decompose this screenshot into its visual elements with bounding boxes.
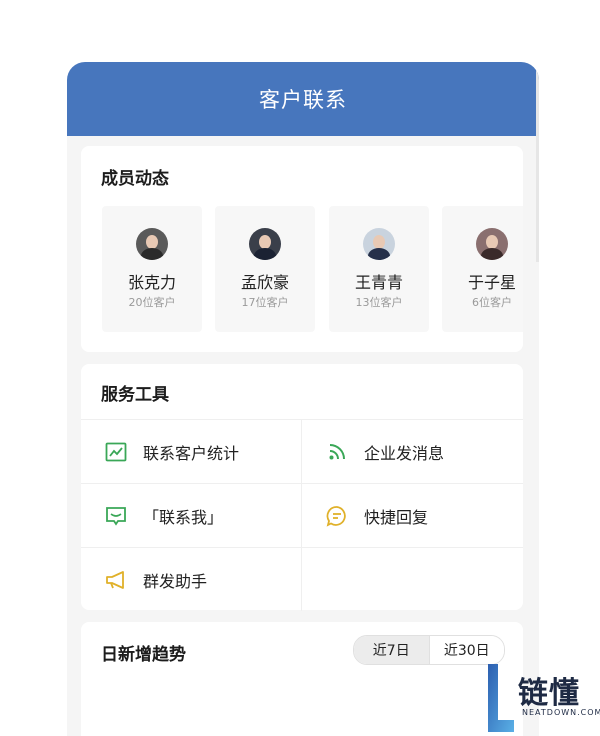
member-name: 于子星 bbox=[467, 273, 516, 292]
member-name: 王青青 bbox=[354, 273, 403, 292]
member-customer-count: 17位客户 bbox=[241, 296, 289, 309]
chat-bubble-icon bbox=[326, 505, 348, 527]
daily-trend-title: 日新增趋势 bbox=[101, 645, 186, 665]
member-card-yu[interactable]: 于子星 6位客户 bbox=[442, 206, 523, 332]
member-card-meng[interactable]: 孟欣豪 17位客户 bbox=[215, 206, 315, 332]
tool-label: 「联系我」 bbox=[143, 507, 224, 527]
member-customer-count: 13位客户 bbox=[355, 296, 403, 309]
avatar bbox=[476, 228, 508, 260]
member-name: 孟欣豪 bbox=[240, 273, 289, 292]
tool-quick-reply[interactable]: 快捷回复 bbox=[302, 484, 522, 547]
tool-enterprise-message[interactable]: 企业发消息 bbox=[302, 420, 522, 483]
chart-icon bbox=[105, 441, 127, 463]
tool-label: 快捷回复 bbox=[364, 507, 429, 527]
tool-grid: 联系客户统计 企业发消息 「联系我」 快捷回复 群发助手 bbox=[81, 419, 523, 611]
tool-customer-stats[interactable]: 联系客户统计 bbox=[81, 420, 301, 483]
range-toggle[interactable]: 近7日 近30日 bbox=[353, 635, 505, 665]
scrollbar[interactable] bbox=[536, 62, 539, 262]
member-card-zhang[interactable]: 张克力 20位客户 bbox=[102, 206, 202, 332]
app-screen: 客户联系 成员动态 张克力 20位客户 孟欣豪 17位客户 王青青 13位客户 bbox=[67, 62, 539, 736]
tool-label: 联系客户统计 bbox=[143, 443, 240, 463]
watermark-brand: 链懂 bbox=[518, 676, 580, 711]
tool-contact-me[interactable]: 「联系我」 bbox=[81, 484, 301, 547]
service-tools-title: 服务工具 bbox=[101, 385, 169, 405]
message-icon bbox=[105, 505, 127, 527]
avatar bbox=[363, 228, 395, 260]
tool-label: 群发助手 bbox=[143, 571, 208, 591]
members-card: 成员动态 张克力 20位客户 孟欣豪 17位客户 王青青 13位客户 于子星 6… bbox=[81, 146, 523, 352]
daily-trend-card: 日新增趋势 近7日 近30日 bbox=[81, 622, 523, 736]
megaphone-icon bbox=[105, 569, 127, 591]
range-7-days-button[interactable]: 近7日 bbox=[354, 636, 429, 664]
page-header: 客户联系 bbox=[67, 62, 539, 136]
tool-label: 企业发消息 bbox=[364, 443, 445, 463]
rss-icon bbox=[326, 441, 348, 463]
logo-l-icon bbox=[488, 664, 514, 732]
member-list[interactable]: 张克力 20位客户 孟欣豪 17位客户 王青青 13位客户 于子星 6位客户 bbox=[102, 206, 523, 332]
members-title: 成员动态 bbox=[101, 169, 169, 189]
member-customer-count: 20位客户 bbox=[128, 296, 176, 309]
service-tools-card: 服务工具 联系客户统计 企业发消息 「联系我」 快捷回复 群发助手 bbox=[81, 364, 523, 611]
avatar bbox=[249, 228, 281, 260]
member-customer-count: 6位客户 bbox=[472, 296, 512, 309]
watermark-logo: 链懂 NEATDOWN.COM bbox=[486, 660, 600, 736]
page-title: 客户联系 bbox=[259, 88, 347, 112]
watermark-sub: NEATDOWN.COM bbox=[522, 708, 600, 717]
member-name: 张克力 bbox=[127, 273, 176, 292]
tool-broadcast-assistant[interactable]: 群发助手 bbox=[81, 548, 301, 611]
avatar bbox=[136, 228, 168, 260]
member-card-wang[interactable]: 王青青 13位客户 bbox=[329, 206, 429, 332]
